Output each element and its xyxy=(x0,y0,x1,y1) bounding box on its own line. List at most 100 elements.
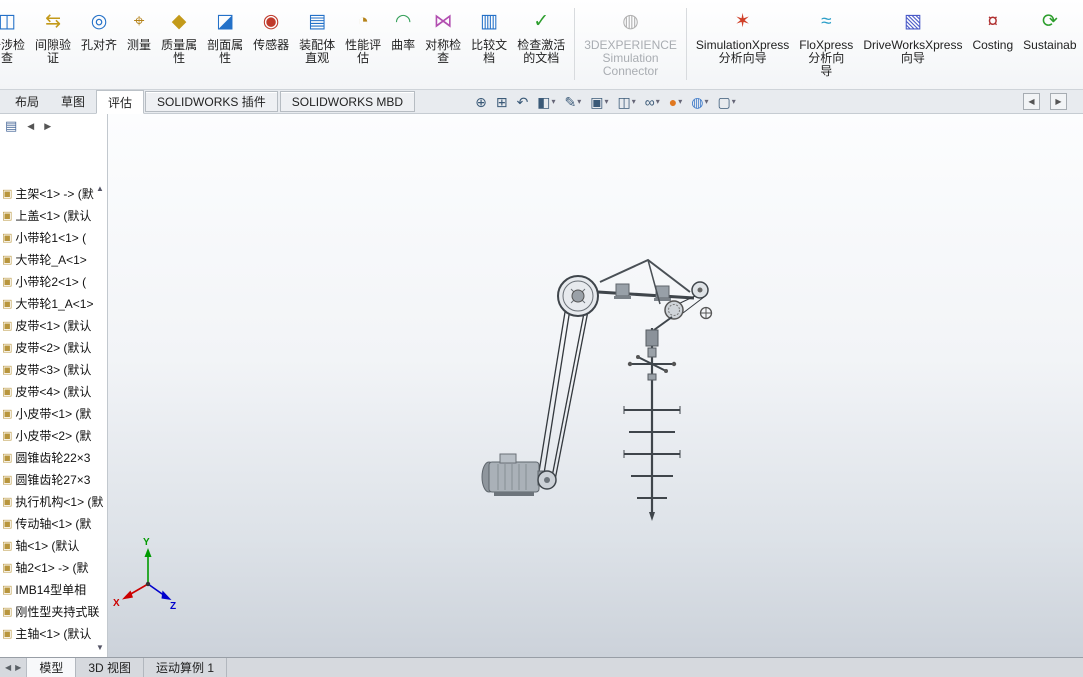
toolbar-button-symmetry-check[interactable]: ⋈ 对称检 查 xyxy=(420,5,466,65)
toolbar-button-label: 测量 xyxy=(127,38,152,52)
driveworksxpress-wizard-icon: ▧ xyxy=(903,11,922,32)
toolbar-button-costing[interactable]: ¤ Costing xyxy=(967,5,1018,52)
toolbar-button-label: Costing xyxy=(972,38,1014,52)
motor xyxy=(481,453,557,496)
tree-item[interactable]: ▣ 小皮带<1> (默 xyxy=(0,402,107,424)
tree-item[interactable]: ▣ 皮带<1> (默认 xyxy=(0,314,107,336)
floxpress-wizard-icon: ≈ xyxy=(821,11,832,32)
toolbar-button-section-properties[interactable]: ◪ 剖面属 性 xyxy=(202,5,248,65)
toolbar-button-interference-check[interactable]: ◫干涉检 查 xyxy=(0,5,30,65)
view-settings-button[interactable]: ▢ ▾ xyxy=(715,93,739,111)
edit-appearance-button[interactable]: ● ▾ xyxy=(666,93,685,111)
command-tab-layout[interactable]: 布局 xyxy=(4,90,50,113)
command-tab-evaluate[interactable]: 评估 xyxy=(96,90,145,114)
tree-item[interactable]: ▣ 刚性型夹持式联 xyxy=(0,600,107,622)
document-tab-motion-study-1[interactable]: 运动算例 1 xyxy=(144,658,228,677)
toolbar-button-mass-properties[interactable]: ◆ 质量属 性 xyxy=(156,5,202,65)
toolbar-button-measure[interactable]: ⌖ 测量 xyxy=(122,5,156,52)
dropdown-caret-icon: ▾ xyxy=(577,97,582,106)
toolbar-button-sustainability[interactable]: ⟳ Sustainab xyxy=(1018,5,1081,52)
tree-item[interactable]: ▣ 大带轮1_A<1> xyxy=(0,292,107,314)
tree-item[interactable]: ▣ 皮带<3> (默认 xyxy=(0,358,107,380)
command-tab-sketch[interactable]: 草图 xyxy=(50,90,96,113)
toolbar-button-clearance-verification[interactable]: ⇆ 间隙验 证 xyxy=(30,5,76,65)
toolbar-button-performance-evaluation[interactable]: ◔ 性能评 估 xyxy=(340,5,386,65)
part-icon: ▣ xyxy=(2,495,13,508)
toolbar-button-assembly-visualization[interactable]: ▤ 装配体 直观 xyxy=(294,5,340,65)
tree-scrollbar[interactable]: ▲ ▼ xyxy=(93,184,107,652)
apply-scene-button[interactable]: ◍ ▾ xyxy=(688,93,711,111)
annotation-view-button[interactable]: ✎ ▾ xyxy=(562,93,585,111)
tree-item[interactable]: ▣ 圆锥齿轮22×3 xyxy=(0,446,107,468)
tree-item[interactable]: ▣ 小皮带<2> (默 xyxy=(0,424,107,446)
toolbar-button-label: 剖面属 性 xyxy=(207,38,244,65)
symmetry-check-icon: ⋈ xyxy=(433,11,453,32)
tree-item-label: 小带轮2<1> ( xyxy=(15,274,87,289)
part-icon: ▣ xyxy=(2,385,13,398)
toolbar-button-floxpress-wizard[interactable]: ≈ FloXpress 分析向 导 xyxy=(794,5,858,78)
toolbar-button-simulationxpress-wizard[interactable]: ✶ SimulationXpress 分析向导 xyxy=(691,5,794,65)
assembly-visualization-icon: ▤ xyxy=(308,11,327,32)
graphics-viewport[interactable]: Y X Z xyxy=(108,114,1083,657)
section-view-button[interactable]: ◧ ▾ xyxy=(534,93,558,111)
command-tab-solidworks-mbd[interactable]: SOLIDWORKS MBD xyxy=(279,91,416,112)
previous-view-button[interactable]: ↶ xyxy=(514,93,532,111)
tree-item[interactable]: ▣ 圆锥齿轮27×3 xyxy=(0,468,107,490)
compare-documents-icon: ▥ xyxy=(480,11,499,32)
featuremanager-tab-icon[interactable]: ▤ xyxy=(5,118,17,134)
tree-item[interactable]: ▣ 皮带<4> (默认 xyxy=(0,380,107,402)
zoom-area-icon: ⊞ xyxy=(495,93,508,110)
tree-item[interactable]: ▣ 轴<1> (默认 xyxy=(0,534,107,556)
tree-item[interactable]: ▣ 执行机构<1> (默 xyxy=(0,490,107,512)
toolbar-button-compare-documents[interactable]: ▥ 比较文 档 xyxy=(466,5,512,65)
curvature-icon: ◠ xyxy=(394,11,412,32)
feature-tree: ▣ 主架<1> -> (默 ▣ 上盖<1> (默认 ▣ 小带轮1<1> (▣ 大带轮_A<1… xyxy=(0,182,107,644)
tree-item[interactable]: ▣ 上盖<1> (默认 xyxy=(0,204,107,226)
tree-item[interactable]: ▣ 小带轮2<1> ( xyxy=(0,270,107,292)
hide-show-items-button[interactable]: ∞ ▾ xyxy=(642,93,663,111)
toolbar-button-driveworksxpress-wizard[interactable]: ▧ DriveWorksXpress 向导 xyxy=(858,5,967,65)
tree-item[interactable]: ▣ 传动轴<1> (默 xyxy=(0,512,107,534)
view-orientation-button[interactable]: ▣ ▾ xyxy=(587,93,611,111)
panel-back-button[interactable]: ◀ xyxy=(27,121,34,132)
tree-item[interactable]: ▣ 轴2<1> -> (默 xyxy=(0,556,107,578)
dropdown-caret-icon: ▾ xyxy=(731,97,736,106)
collapse-left-button[interactable]: ◀ xyxy=(1023,93,1040,110)
toolbar-button-hole-alignment[interactable]: ◎ 孔对齐 xyxy=(76,5,122,52)
triad-y-label: Y xyxy=(143,537,150,548)
part-icon: ▣ xyxy=(2,517,13,530)
collapse-right-button[interactable]: ▶ xyxy=(1050,93,1067,110)
part-icon: ▣ xyxy=(2,539,13,552)
display-style-button[interactable]: ◫ ▾ xyxy=(615,93,639,111)
tab-nav-left-icon[interactable]: ◀ xyxy=(5,663,11,672)
tree-item-label: 小皮带<2> (默 xyxy=(15,428,92,443)
toolbar-button-sensor[interactable]: ◉ 传感器 xyxy=(248,5,294,52)
tree-item[interactable]: ▣ 小带轮1<1> ( xyxy=(0,226,107,248)
scroll-up-icon[interactable]: ▲ xyxy=(96,184,104,193)
document-tab-3d-views[interactable]: 3D 视图 xyxy=(76,658,145,677)
toolbar-button-check-active-document[interactable]: ✓ 检查激活 的文档 xyxy=(512,5,570,65)
part-icon: ▣ xyxy=(2,407,13,420)
tree-item[interactable]: ▣ 大带轮_A<1> xyxy=(0,248,107,270)
triad-x-label: X xyxy=(113,598,120,609)
simulationxpress-wizard-icon: ✶ xyxy=(734,11,751,32)
zoom-fit-button[interactable]: ⊕ xyxy=(472,93,490,111)
tree-item[interactable]: ▣ 主架<1> -> (默 xyxy=(0,182,107,204)
zoom-area-button[interactable]: ⊞ xyxy=(493,93,511,111)
tab-nav-right-icon[interactable]: ▶ xyxy=(15,663,21,672)
part-icon: ▣ xyxy=(2,319,13,332)
tree-item[interactable]: ▣ IMB14型单相 xyxy=(0,578,107,600)
main-area: ▤ ◀ ▶ ▣ 主架<1> -> (默 ▣ 上盖<1> (默认 ▣ 小带轮1<1> (▣ 大… xyxy=(0,114,1083,657)
toolbar-button-curvature[interactable]: ◠ 曲率 xyxy=(386,5,420,52)
belt-drive xyxy=(537,305,589,483)
collapse-left-icon: ◀ xyxy=(1028,97,1035,106)
tree-item-label: 主架<1> -> (默 xyxy=(15,186,94,201)
panel-forward-button[interactable]: ▶ xyxy=(44,121,51,132)
scroll-down-icon[interactable]: ▼ xyxy=(96,643,104,652)
document-tab-model[interactable]: 模型 xyxy=(27,658,77,677)
toolbar-button-label: 对称检 查 xyxy=(425,38,462,65)
tree-item[interactable]: ▣ 主轴<1> (默认 xyxy=(0,622,107,644)
previous-view-icon: ↶ xyxy=(516,93,529,110)
command-tab-solidworks-addins[interactable]: SOLIDWORKS 插件 xyxy=(145,91,278,112)
tree-item[interactable]: ▣ 皮带<2> (默认 xyxy=(0,336,107,358)
